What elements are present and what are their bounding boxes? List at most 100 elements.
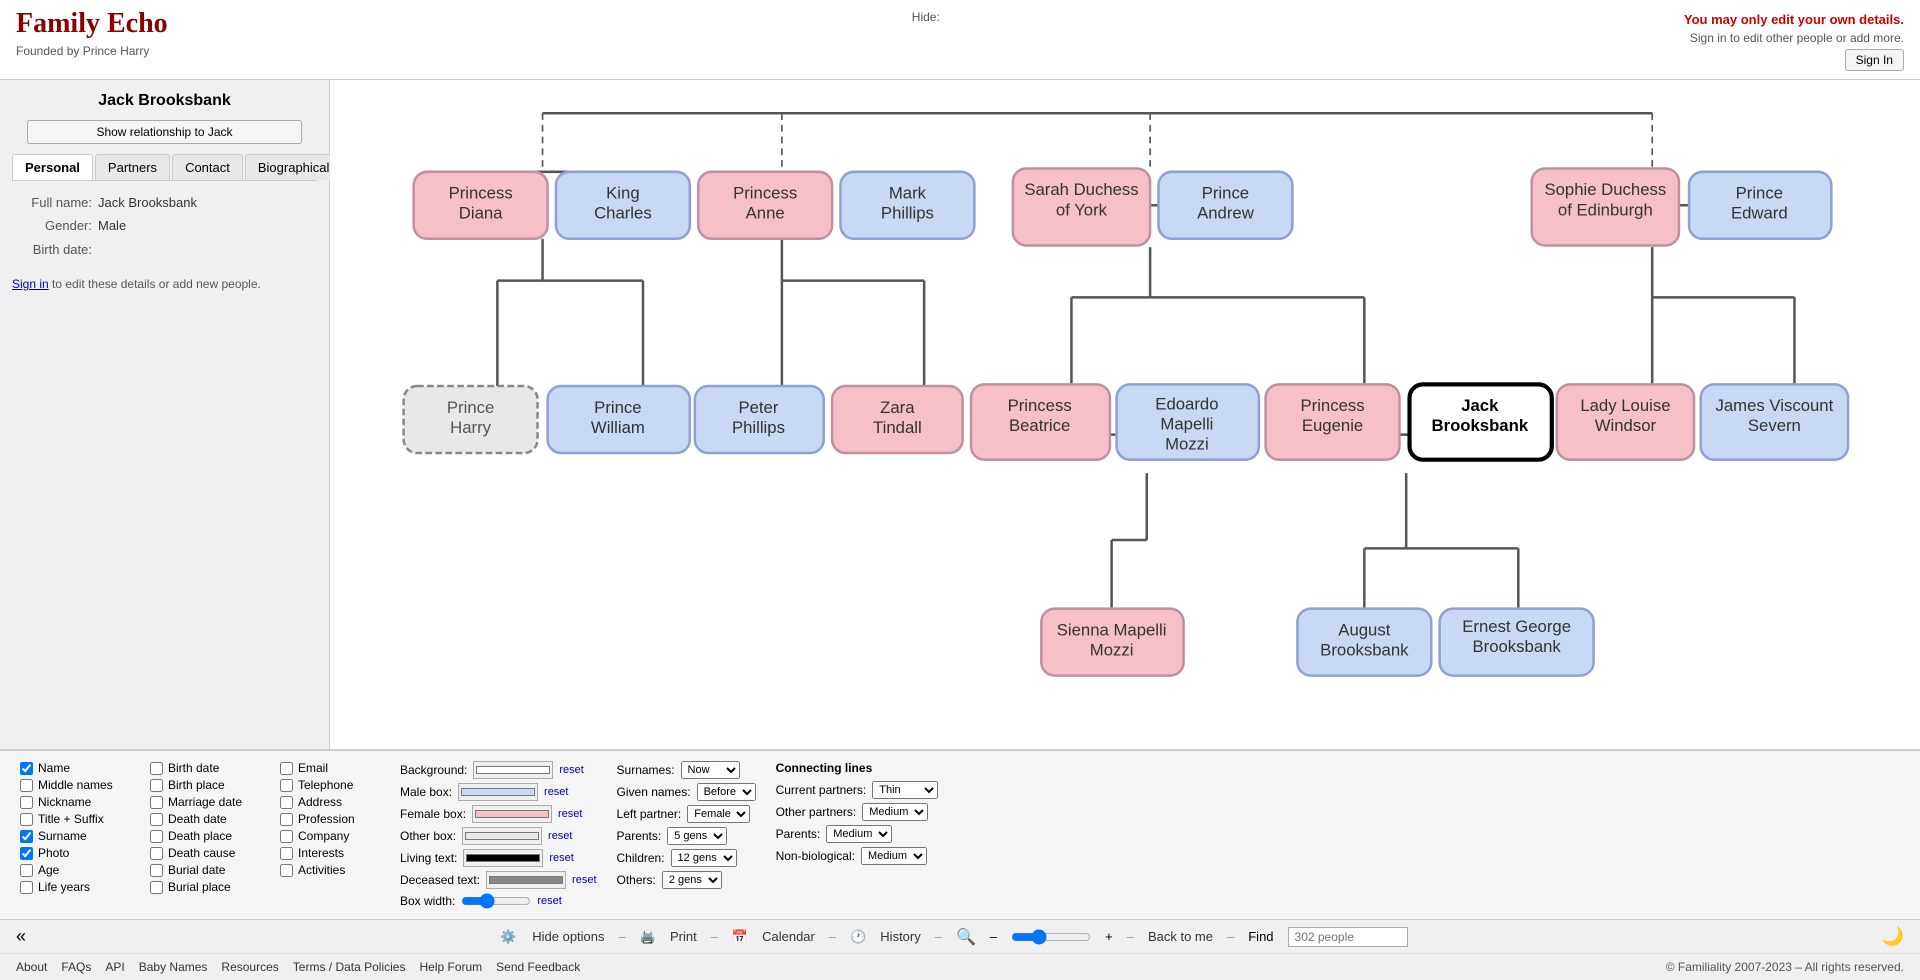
email-checkbox[interactable]	[280, 762, 293, 775]
footer-api[interactable]: API	[105, 960, 124, 974]
checkbox-telephone: Telephone	[280, 778, 380, 792]
birth-date-checkbox[interactable]	[150, 762, 163, 775]
checkbox-address: Address	[280, 795, 380, 809]
life-years-checkbox[interactable]	[20, 881, 33, 894]
photo-label: Photo	[38, 846, 69, 860]
surnames-select[interactable]: NowBeforeBoth	[681, 761, 740, 779]
zoom-slider[interactable]	[1011, 929, 1091, 945]
hide-options-button[interactable]: Hide options	[532, 929, 604, 944]
footer-about[interactable]: About	[16, 960, 47, 974]
tab-personal[interactable]: Personal	[12, 154, 93, 180]
company-label: Company	[298, 829, 349, 843]
non-biological-select[interactable]: MediumThinThick	[861, 847, 927, 865]
checkbox-interests: Interests	[280, 846, 380, 860]
death-date-checkbox[interactable]	[150, 813, 163, 826]
svg-text:Brooksbank: Brooksbank	[1472, 637, 1561, 656]
tab-contact[interactable]: Contact	[172, 154, 243, 180]
svg-text:Jack: Jack	[1461, 396, 1499, 415]
female-box-color-input[interactable]	[472, 805, 552, 823]
back-arrows-button[interactable]: «	[16, 926, 26, 946]
footer-baby-names[interactable]: Baby Names	[139, 960, 208, 974]
surname-checkbox[interactable]	[20, 830, 33, 843]
death-place-checkbox[interactable]	[150, 830, 163, 843]
checkbox-company: Company	[280, 829, 380, 843]
svg-text:Prince: Prince	[447, 398, 494, 417]
sign-in-button[interactable]: Sign In	[1845, 49, 1904, 71]
photo-checkbox[interactable]	[20, 847, 33, 860]
death-cause-checkbox[interactable]	[150, 847, 163, 860]
svg-text:Lady Louise: Lady Louise	[1580, 396, 1670, 415]
other-partners-select[interactable]: MediumThinThick	[862, 803, 928, 821]
checkbox-profession: Profession	[280, 812, 380, 826]
box-width-reset[interactable]: reset	[537, 895, 561, 907]
back-to-me-button[interactable]: Back to me	[1148, 929, 1213, 944]
history-button[interactable]: History	[880, 929, 920, 944]
background-color-input[interactable]	[473, 761, 553, 779]
given-names-select[interactable]: BeforeAfterBoth	[697, 783, 756, 801]
birth-place-checkbox[interactable]	[150, 779, 163, 792]
others-select[interactable]: 2 gens1 gen3 gens	[662, 871, 722, 889]
footer-help-forum[interactable]: Help Forum	[419, 960, 482, 974]
company-checkbox[interactable]	[280, 830, 293, 843]
telephone-checkbox[interactable]	[280, 779, 293, 792]
address-checkbox[interactable]	[280, 796, 293, 809]
svg-text:Prince: Prince	[594, 398, 641, 417]
others-label: Others:	[617, 873, 656, 887]
death-cause-label: Death cause	[168, 846, 235, 860]
hide-bar: Hide:	[904, 8, 948, 26]
burial-place-label: Burial place	[168, 880, 231, 894]
box-width-slider[interactable]	[461, 893, 531, 909]
male-box-color-reset[interactable]: reset	[544, 786, 568, 798]
tree-area[interactable]: Princess Diana King Charles Princess Ann…	[330, 80, 1920, 749]
activities-checkbox[interactable]	[280, 864, 293, 877]
middle-names-checkbox[interactable]	[20, 779, 33, 792]
name-checkbox[interactable]	[20, 762, 33, 775]
female-box-color-reset[interactable]: reset	[558, 808, 582, 820]
sign-in-link[interactable]: Sign in	[12, 277, 49, 291]
print-button[interactable]: Print	[670, 929, 697, 944]
nickname-label: Nickname	[38, 795, 91, 809]
svg-text:Peter: Peter	[738, 398, 778, 417]
nickname-checkbox[interactable]	[20, 796, 33, 809]
dark-mode-button[interactable]: 🌙	[1882, 926, 1904, 946]
footer-send-feedback[interactable]: Send Feedback	[496, 960, 580, 974]
living-text-color-reset[interactable]: reset	[549, 852, 573, 864]
svg-text:King: King	[606, 184, 639, 203]
svg-text:of Edinburgh: of Edinburgh	[1558, 200, 1653, 219]
footer-terms[interactable]: Terms / Data Policies	[293, 960, 406, 974]
parents-cl-select[interactable]: MediumThinThick	[826, 825, 892, 843]
footer-faqs[interactable]: FAQs	[61, 960, 91, 974]
calendar-button[interactable]: Calendar	[762, 929, 815, 944]
marriage-date-checkbox[interactable]	[150, 796, 163, 809]
living-text-color-input[interactable]	[463, 849, 543, 867]
deceased-text-color-label: Deceased text:	[400, 873, 480, 887]
svg-text:Sarah Duchess: Sarah Duchess	[1024, 180, 1138, 199]
person-name: Jack Brooksbank	[12, 92, 317, 110]
footer-resources[interactable]: Resources	[221, 960, 278, 974]
background-color-reset[interactable]: reset	[559, 764, 583, 776]
profession-checkbox[interactable]	[280, 813, 293, 826]
title-suffix-checkbox[interactable]	[20, 813, 33, 826]
deceased-text-color-input[interactable]	[486, 871, 566, 889]
tab-partners[interactable]: Partners	[95, 154, 170, 180]
sep4: –	[935, 929, 942, 944]
age-checkbox[interactable]	[20, 864, 33, 877]
find-input[interactable]	[1288, 927, 1408, 947]
parents-select[interactable]: 5 gens4 gens3 gens	[667, 827, 727, 845]
children-select[interactable]: 12 gens10 gens8 gens	[671, 849, 737, 867]
profession-label: Profession	[298, 812, 355, 826]
tab-biographical[interactable]: Biographical	[245, 154, 343, 180]
svg-text:of York: of York	[1056, 200, 1108, 219]
burial-date-checkbox[interactable]	[150, 864, 163, 877]
checkbox-birth-date: Birth date	[150, 761, 260, 775]
male-box-color-input[interactable]	[458, 783, 538, 801]
left-partner-select[interactable]: FemaleMaleOlder	[687, 805, 750, 823]
other-box-color-input[interactable]	[462, 827, 542, 845]
show-relationship-button[interactable]: Show relationship to Jack	[27, 120, 302, 144]
burial-place-checkbox[interactable]	[150, 881, 163, 894]
gender-label: Gender:	[12, 214, 92, 237]
deceased-text-color-reset[interactable]: reset	[572, 874, 596, 886]
other-box-color-reset[interactable]: reset	[548, 830, 572, 842]
interests-checkbox[interactable]	[280, 847, 293, 860]
current-partners-select[interactable]: ThinMediumThick	[872, 781, 938, 799]
